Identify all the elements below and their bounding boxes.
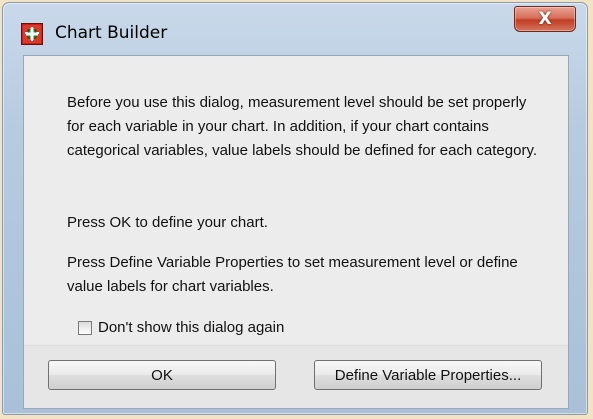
define-variable-properties-button[interactable]: Define Variable Properties... <box>314 360 542 390</box>
button-bar: OK Define Variable Properties... <box>24 345 568 408</box>
dialog-content: Before you use this dialog, measurement … <box>23 55 569 409</box>
instruction-text-measurement: Before you use this dialog, measurement … <box>67 94 538 159</box>
dont-show-again-label[interactable]: Don't show this dialog again <box>98 319 284 336</box>
dont-show-again-option[interactable]: Don't show this dialog again <box>78 319 284 336</box>
instruction-text-define: Press Define Variable Properties to set … <box>67 254 518 295</box>
close-icon: X <box>538 9 552 29</box>
app-icon <box>21 23 43 45</box>
window-title: Chart Builder <box>55 23 168 43</box>
title-bar[interactable]: Chart Builder X <box>3 3 587 55</box>
instruction-text-ok: Press OK to define your chart. <box>67 214 268 231</box>
ok-button[interactable]: OK <box>48 360 276 390</box>
chart-builder-dialog: Chart Builder X Before you use this dial… <box>2 2 588 415</box>
dont-show-again-checkbox[interactable] <box>78 320 92 335</box>
close-button[interactable]: X <box>514 6 576 32</box>
